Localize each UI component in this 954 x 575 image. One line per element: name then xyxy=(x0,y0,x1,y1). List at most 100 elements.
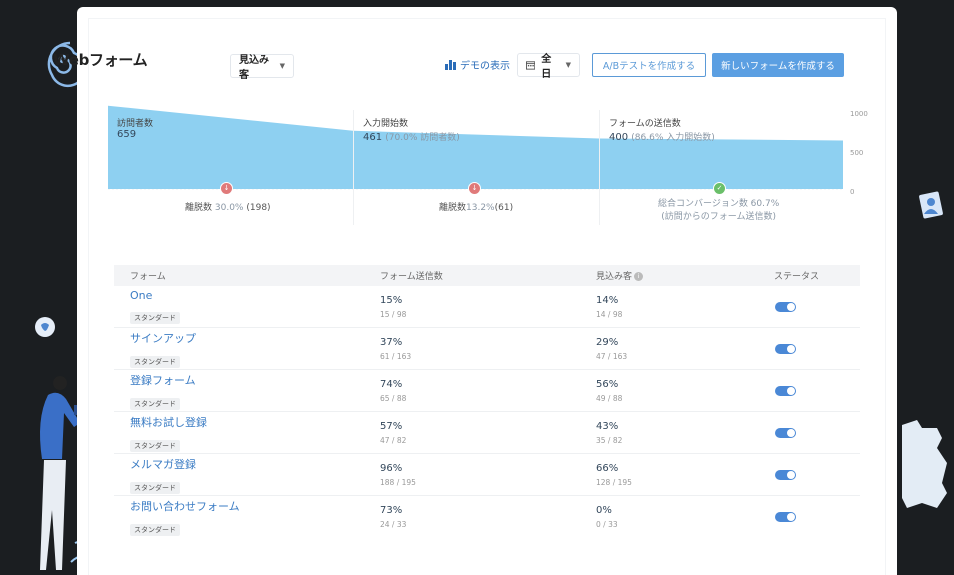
submissions-cell: 74% 65 / 88 xyxy=(380,379,596,403)
table-row: お問い合わせフォーム スタンダード 73% 24 / 33 0% 0 / 33 xyxy=(114,496,860,538)
calendar-icon xyxy=(526,61,536,70)
form-name-link[interactable]: One xyxy=(130,289,380,302)
submissions-cell: 57% 47 / 82 xyxy=(380,421,596,445)
submission-rate: 15% xyxy=(380,294,403,306)
check-icon: ✓ xyxy=(713,182,726,195)
leads-cell: 29% 47 / 163 xyxy=(596,337,774,361)
status-cell xyxy=(774,427,860,438)
drop-arrow-icon: ↓ xyxy=(468,182,481,195)
stage-submitted-value: 400 (86.6% 入力開始数) xyxy=(609,130,715,143)
form-name-link[interactable]: メルマガ登録 xyxy=(130,456,380,472)
info-icon[interactable]: i xyxy=(634,272,644,281)
stage-started-value: 461 (70.0% 訪問者数) xyxy=(363,130,460,143)
stage-submitted-label: フォームの送信数 xyxy=(609,119,681,129)
submission-rate: 37% xyxy=(380,336,403,348)
submission-rate: 73% xyxy=(380,505,403,516)
lead-ratio: 47 / 163 xyxy=(596,351,628,361)
form-name-link[interactable]: お問い合わせフォーム xyxy=(130,498,380,514)
date-filter-value: 全日 xyxy=(541,54,552,80)
dropoff-2-count: (61) xyxy=(494,203,514,213)
status-toggle[interactable] xyxy=(775,301,796,312)
status-toggle[interactable] xyxy=(775,427,796,438)
lead-rate: 29% xyxy=(596,336,619,348)
create-new-form-button[interactable]: 新しいフォームを作成する xyxy=(712,53,844,77)
submission-ratio: 24 / 33 xyxy=(380,520,407,529)
status-cell xyxy=(774,512,860,522)
table-row: 登録フォーム スタンダード 74% 65 / 88 56% 49 / 88 xyxy=(114,370,860,412)
create-ab-test-button[interactable]: A/Bテストを作成する xyxy=(592,53,706,77)
submissions-cell: 37% 61 / 163 xyxy=(380,337,596,361)
axis-tick: 0 xyxy=(850,188,855,196)
funnel-area xyxy=(108,105,843,189)
bar-chart-icon xyxy=(445,59,456,70)
form-cell: One スタンダード xyxy=(114,289,380,324)
leads-cell: 0% 0 / 33 xyxy=(596,505,774,529)
dropoff-2-label: 離脱数 xyxy=(439,203,467,213)
funnel-chart: 訪問者数 659 入力開始数 461 (70.0% 訪問者数) フォームの送信数… xyxy=(108,105,868,235)
status-toggle[interactable] xyxy=(775,469,796,480)
stage-submitted-count: 400 xyxy=(609,132,629,143)
submission-ratio: 15 / 98 xyxy=(380,309,407,319)
globe-icon xyxy=(35,317,55,337)
dropoff-1-label: 離脱数 xyxy=(185,203,213,213)
lead-rate: 56% xyxy=(596,378,619,390)
stage-visitors-value: 659 xyxy=(117,129,136,140)
stage-started-sub: (70.0% 訪問者数) xyxy=(385,133,460,143)
form-cell: サインアップ スタンダード xyxy=(114,330,380,368)
submission-ratio: 47 / 82 xyxy=(380,435,407,445)
dropoff-1-count: (198) xyxy=(246,203,271,213)
leads-cell: 43% 35 / 82 xyxy=(596,421,774,445)
form-name-link[interactable]: 無料お試し登録 xyxy=(130,414,380,430)
submission-ratio: 188 / 195 xyxy=(380,477,416,487)
drop-arrow-icon: ↓ xyxy=(220,182,233,195)
lead-ratio: 128 / 195 xyxy=(596,477,632,487)
type-filter-dropdown[interactable]: 見込み客 ▼ xyxy=(230,54,294,81)
stage-visitors-count: 659 xyxy=(117,129,137,140)
overall-conversion-line1: 総合コンバージョン数 60.7% xyxy=(658,199,780,209)
status-cell xyxy=(774,469,860,480)
table-body: One スタンダード 15% 15 / 98 14% 14 / 98 サインアッ… xyxy=(114,286,860,538)
chevron-down-icon: ▼ xyxy=(565,61,571,69)
overall-conversion: 総合コンバージョン数 60.7% (訪問からのフォーム送信数) xyxy=(658,198,779,224)
dropoff-1-pct: 30.0% xyxy=(214,203,244,213)
submissions-cell: 73% 24 / 33 xyxy=(380,505,596,529)
status-cell xyxy=(774,385,860,396)
form-type-tag: スタンダード xyxy=(130,524,180,536)
table-row: 無料お試し登録 スタンダード 57% 47 / 82 43% 35 / 82 xyxy=(114,412,860,454)
table-row: One スタンダード 15% 15 / 98 14% 14 / 98 xyxy=(114,286,860,328)
status-toggle[interactable] xyxy=(775,343,796,354)
submissions-cell: 15% 15 / 98 xyxy=(380,295,596,319)
axis-tick: 500 xyxy=(850,149,864,157)
lead-ratio: 14 / 98 xyxy=(596,309,623,319)
lead-ratio: 35 / 82 xyxy=(596,435,623,445)
status-toggle[interactable] xyxy=(775,512,796,522)
form-name-link[interactable]: サインアップ xyxy=(130,330,380,346)
stage-started-label: 入力開始数 xyxy=(363,119,409,129)
form-cell: お問い合わせフォーム スタンダード xyxy=(114,498,380,536)
overall-conversion-line2: (訪問からのフォーム送信数) xyxy=(661,212,777,222)
status-cell xyxy=(774,301,860,312)
type-filter-value: 見込み客 xyxy=(239,55,269,81)
header-leads: 見込み客 i xyxy=(596,269,774,282)
page-title: Webフォーム xyxy=(53,51,148,69)
form-cell: 登録フォーム スタンダード xyxy=(114,372,380,410)
status-toggle[interactable] xyxy=(775,385,796,396)
leads-cell: 14% 14 / 98 xyxy=(596,295,774,319)
lead-ratio: 0 / 33 xyxy=(596,520,618,529)
stage-submitted-sub: (86.6% 入力開始数) xyxy=(631,133,715,143)
submission-rate: 96% xyxy=(380,462,403,474)
date-filter-dropdown[interactable]: 全日 ▼ xyxy=(517,53,580,80)
chevron-down-icon: ▼ xyxy=(279,62,285,70)
table-row: サインアップ スタンダード 37% 61 / 163 29% 47 / 163 xyxy=(114,328,860,370)
dropoff-1: 離脱数 30.0% (198) xyxy=(185,200,271,213)
profile-card-icon xyxy=(919,191,943,219)
leads-cell: 56% 49 / 88 xyxy=(596,379,774,403)
form-type-tag: スタンダード xyxy=(130,355,180,368)
header-status: ステータス xyxy=(774,272,820,282)
stage-divider xyxy=(353,110,354,225)
gear-illustration xyxy=(902,420,947,508)
axis-tick: 1000 xyxy=(850,110,868,118)
demo-link[interactable]: デモの表示 xyxy=(445,56,510,72)
submission-rate: 57% xyxy=(380,420,403,432)
form-name-link[interactable]: 登録フォーム xyxy=(130,372,380,388)
